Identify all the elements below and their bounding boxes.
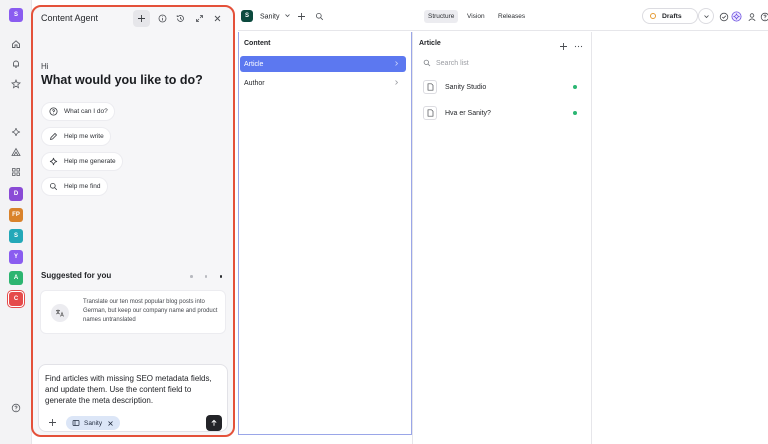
document-hva-er-sanity[interactable]: Hva er Sanity?: [423, 103, 583, 123]
search-icon: [423, 59, 431, 67]
create-document-icon[interactable]: [559, 38, 568, 56]
project-icon[interactable]: S: [241, 10, 253, 22]
chevron-right-icon: [393, 60, 400, 69]
expand-icon[interactable]: [191, 10, 208, 27]
action-what-can-i-do[interactable]: What can I do?: [41, 102, 115, 121]
document-icon: [423, 106, 437, 120]
agent-header: Content Agent: [33, 7, 233, 31]
workspace-avatar[interactable]: S: [9, 8, 23, 22]
home-icon[interactable]: [8, 36, 24, 52]
studio-root: S D FP S Y A C Content Agent Hi What wou…: [0, 0, 768, 444]
agent-headline: What would you like to do?: [41, 73, 203, 87]
prompt-text[interactable]: Find articles with missing SEO metadata …: [45, 373, 225, 406]
pane-actions: [559, 38, 583, 56]
history-icon[interactable]: [172, 10, 189, 27]
top-bar: S Sanity Structure Vision Releases Draft…: [238, 0, 768, 31]
carousel-dot-active[interactable]: [219, 275, 222, 278]
new-chat-button[interactable]: [133, 10, 150, 27]
perspective-label: Drafts: [662, 12, 682, 20]
list-item-label: Author: [244, 79, 265, 87]
send-button[interactable]: [206, 415, 222, 431]
search-icon[interactable]: [314, 11, 325, 22]
search-list[interactable]: Search list: [423, 56, 469, 70]
article-pane: Article Search list Sanity Studio Hva er…: [413, 32, 592, 444]
prompt-input[interactable]: Find articles with missing SEO metadata …: [38, 364, 228, 432]
search-placeholder: Search list: [436, 59, 469, 67]
carousel-dot[interactable]: [204, 275, 208, 278]
help-circle-icon: [48, 107, 58, 117]
document-icon: [72, 419, 80, 427]
sparkle-icon: [48, 157, 58, 167]
list-item-label: Article: [244, 60, 264, 68]
chevron-down-icon: [284, 12, 291, 21]
chevron-right-icon: [393, 79, 400, 88]
grid-icon[interactable]: [8, 164, 24, 180]
article-pane-title: Article: [419, 40, 441, 47]
workspace-y[interactable]: Y: [9, 250, 23, 264]
content-pane: Content Article Author: [238, 32, 413, 444]
project-name: Sanity: [260, 13, 280, 21]
translate-icon: [51, 304, 69, 322]
remove-context-icon[interactable]: [107, 420, 114, 427]
left-rail: S D FP S Y A C: [0, 0, 32, 444]
workspace-a[interactable]: A: [9, 271, 23, 285]
workspace-c[interactable]: C: [9, 292, 23, 306]
document-title: Hva er Sanity?: [445, 109, 491, 117]
carousel-dot[interactable]: [190, 275, 193, 278]
draft-status-icon: [650, 13, 656, 19]
document-title: Sanity Studio: [445, 83, 487, 91]
published-status-icon: [573, 85, 577, 89]
action-label: Help me find: [64, 183, 101, 190]
action-help-me-write[interactable]: Help me write: [41, 127, 111, 146]
greeting: Hi: [41, 62, 49, 71]
context-pill[interactable]: Sanity: [66, 416, 121, 430]
pencil-icon: [48, 132, 58, 142]
tool-releases[interactable]: Releases: [494, 10, 529, 23]
editor-pane-empty: [592, 32, 768, 444]
tool-vision[interactable]: Vision: [463, 10, 489, 23]
bell-icon[interactable]: [8, 56, 24, 72]
people-icon[interactable]: [746, 11, 757, 22]
vision-icon[interactable]: [8, 144, 24, 160]
list-item-author[interactable]: Author: [240, 75, 406, 91]
perspective-menu-button[interactable]: [698, 8, 714, 24]
content-pane-title: Content: [244, 40, 271, 47]
close-icon[interactable]: [209, 10, 226, 27]
list-item-article[interactable]: Article: [240, 56, 406, 72]
project-switcher[interactable]: Sanity: [260, 12, 291, 21]
star-icon[interactable]: [8, 76, 24, 92]
workspace-fp[interactable]: FP: [9, 208, 23, 222]
document-sanity-studio[interactable]: Sanity Studio: [423, 77, 583, 97]
suggestion-text: Translate our ten most popular blog post…: [83, 299, 218, 323]
action-help-me-generate[interactable]: Help me generate: [41, 152, 123, 171]
action-label: Help me write: [64, 133, 104, 140]
content-agent-panel: Content Agent Hi What would you like to …: [31, 5, 235, 437]
search-icon: [48, 182, 58, 192]
action-help-me-find[interactable]: Help me find: [41, 177, 108, 196]
help-icon[interactable]: [8, 400, 24, 416]
check-circle-icon[interactable]: [718, 11, 729, 22]
tool-structure[interactable]: Structure: [424, 10, 459, 23]
agent-active-icon[interactable]: [731, 11, 742, 22]
info-icon[interactable]: [154, 10, 171, 27]
focus-frame: [238, 32, 412, 435]
published-status-icon: [573, 111, 577, 115]
help-icon[interactable]: [759, 11, 768, 22]
add-context-button[interactable]: [44, 414, 60, 430]
workspace-s[interactable]: S: [9, 229, 23, 243]
workspace-d[interactable]: D: [9, 187, 23, 201]
document-icon: [423, 80, 437, 94]
carousel-dots[interactable]: [190, 275, 222, 279]
context-pill-label: Sanity: [84, 419, 103, 427]
create-icon[interactable]: [296, 11, 307, 22]
suggestion-card[interactable]: Translate our ten most popular blog post…: [40, 290, 226, 334]
sparkle-icon[interactable]: [8, 124, 24, 140]
suggested-title: Suggested for you: [41, 271, 112, 280]
action-label: Help me generate: [64, 158, 116, 165]
agent-title: Content Agent: [41, 13, 99, 23]
more-icon[interactable]: [574, 38, 583, 56]
perspective-drafts[interactable]: Drafts: [642, 8, 698, 24]
action-label: What can I do?: [64, 108, 108, 115]
